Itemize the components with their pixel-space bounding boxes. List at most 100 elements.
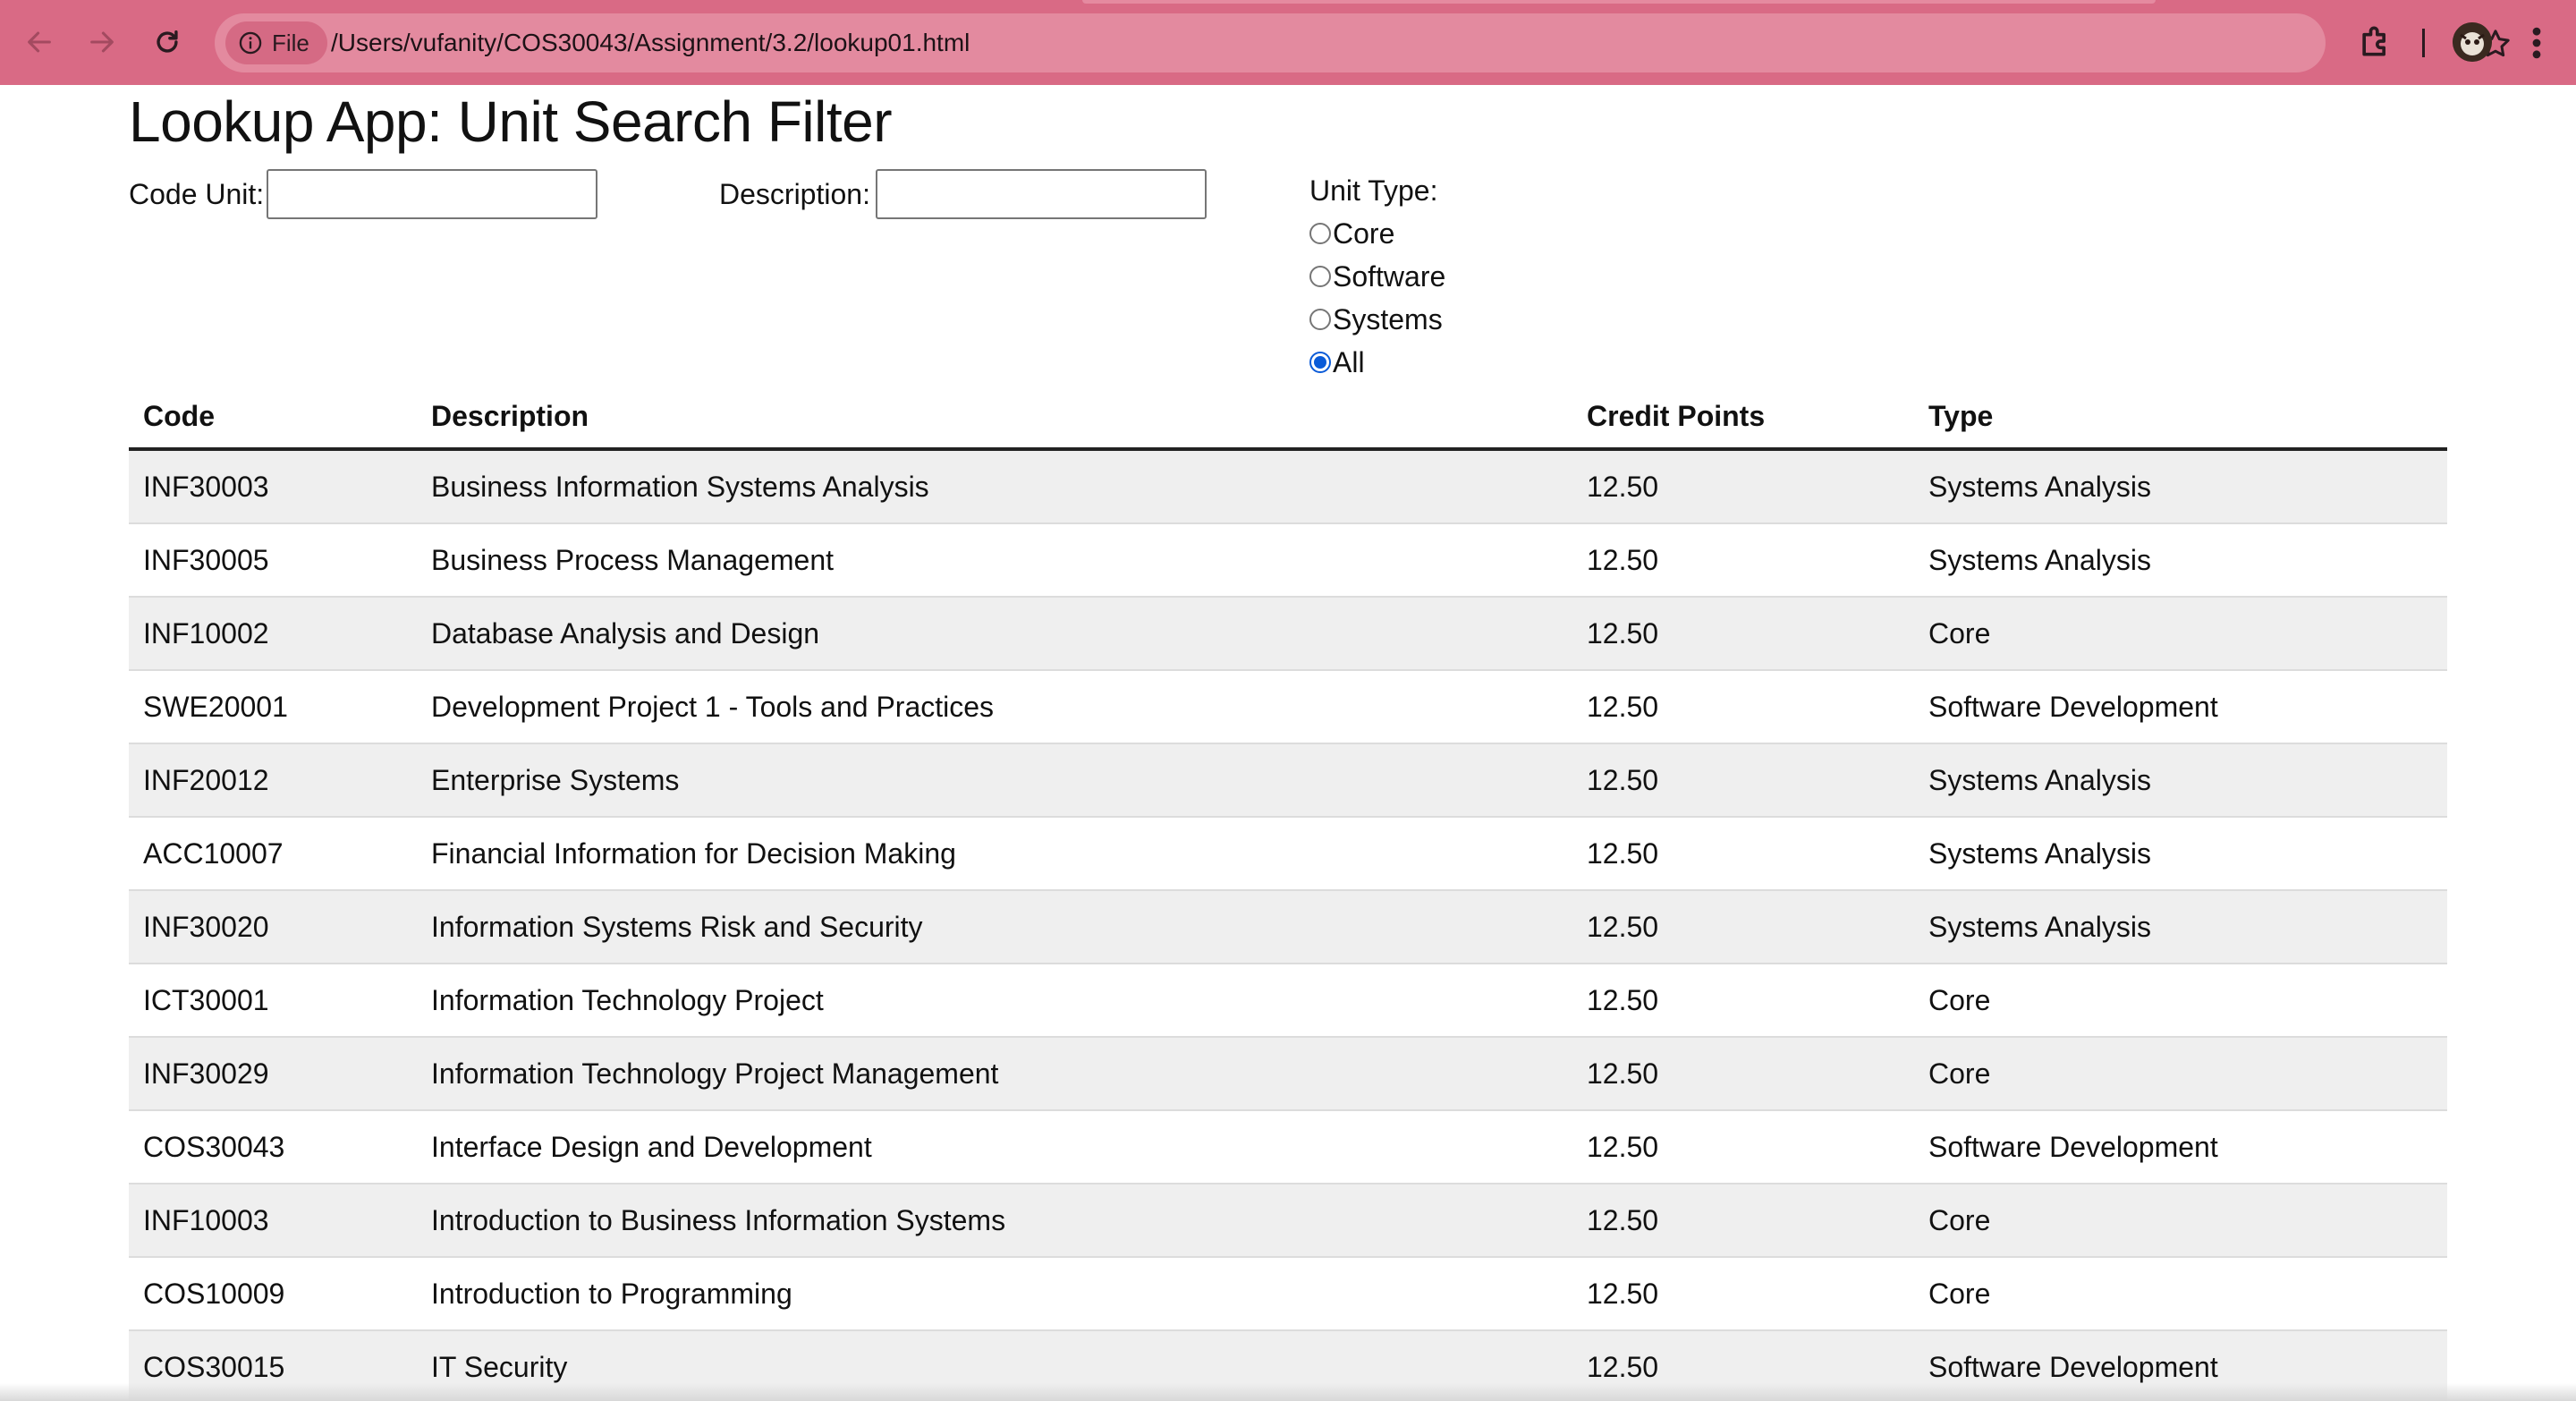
more-menu-icon[interactable] bbox=[2524, 23, 2549, 63]
cell-description: Enterprise Systems bbox=[417, 743, 1572, 818]
cell-code: INF10002 bbox=[129, 597, 417, 671]
cell-credit-points: 12.50 bbox=[1572, 597, 1914, 671]
cell-description: Business Information Systems Analysis bbox=[417, 449, 1572, 524]
toolbar-divider bbox=[2422, 29, 2425, 57]
cell-credit-points: 12.50 bbox=[1572, 817, 1914, 891]
cell-description: Interface Design and Development bbox=[417, 1110, 1572, 1184]
cell-credit-points: 12.50 bbox=[1572, 1184, 1914, 1258]
cell-credit-points: 12.50 bbox=[1572, 1037, 1914, 1111]
radio-systems-button[interactable] bbox=[1309, 309, 1331, 330]
table-row: COS10009 Introduction to Programming 12.50… bbox=[129, 1257, 2447, 1331]
cell-credit-points: 12.50 bbox=[1572, 670, 1914, 744]
table-row: ACC10007 Financial Information for Decisi… bbox=[129, 817, 2447, 891]
radio-core-button[interactable] bbox=[1309, 223, 1331, 244]
cell-code: SWE20001 bbox=[129, 670, 417, 744]
cell-description: Information Technology Project Managemen… bbox=[417, 1037, 1572, 1111]
cell-credit-points: 12.50 bbox=[1572, 964, 1914, 1038]
cell-type: Software Development bbox=[1914, 1110, 2447, 1184]
cell-code: INF30003 bbox=[129, 449, 417, 524]
cell-type: Systems Analysis bbox=[1914, 743, 2447, 818]
description-label: Description: bbox=[719, 178, 870, 210]
code-unit-input[interactable] bbox=[267, 169, 597, 219]
table-row: INF20012 Enterprise Systems 12.50 Systems A… bbox=[129, 743, 2447, 818]
unit-type-label: Unit Type: bbox=[1309, 174, 1438, 207]
description-input[interactable] bbox=[876, 169, 1207, 219]
cell-credit-points: 12.50 bbox=[1572, 743, 1914, 818]
radio-systems[interactable]: Systems bbox=[1309, 301, 1443, 337]
radio-all-label: All bbox=[1333, 345, 1365, 378]
cell-code: INF20012 bbox=[129, 743, 417, 818]
cell-code: INF30020 bbox=[129, 890, 417, 964]
radio-core-label: Core bbox=[1333, 217, 1395, 250]
window-bottom-shadow bbox=[0, 1383, 2576, 1401]
header-code: Code bbox=[129, 385, 417, 451]
cell-code: INF30029 bbox=[129, 1037, 417, 1111]
back-button[interactable] bbox=[17, 20, 62, 64]
cell-type: Systems Analysis bbox=[1914, 449, 2447, 524]
radio-core[interactable]: Core bbox=[1309, 216, 1394, 251]
cell-description: Database Analysis and Design bbox=[417, 597, 1572, 671]
units-table: Code Description Credit Points Type INF3… bbox=[129, 385, 2447, 1401]
cell-type: Systems Analysis bbox=[1914, 817, 2447, 891]
cell-type: Core bbox=[1914, 1257, 2447, 1331]
site-info-chip[interactable]: File bbox=[225, 21, 327, 64]
cell-description: Information Systems Risk and Security bbox=[417, 890, 1572, 964]
reload-icon bbox=[157, 30, 178, 53]
cell-type: Core bbox=[1914, 964, 2447, 1038]
profile-picture bbox=[2453, 22, 2492, 62]
radio-all[interactable]: All bbox=[1309, 344, 1365, 380]
cell-description: Information Technology Project bbox=[417, 964, 1572, 1038]
table-row: SWE20001 Development Project 1 - Tools an… bbox=[129, 670, 2447, 744]
radio-all-button[interactable] bbox=[1309, 352, 1331, 373]
file-chip-label: File bbox=[272, 29, 309, 56]
address-bar[interactable]: File /Users/vufanity/COS30043/Assignment… bbox=[215, 13, 2510, 72]
table-row: COS30043 Interface Design and Development… bbox=[129, 1110, 2447, 1184]
table-header-row: Code Description Credit Points Type bbox=[129, 385, 2447, 451]
info-icon bbox=[239, 31, 262, 55]
page-content: Lookup App: Unit Search Filter Code Unit… bbox=[0, 85, 2576, 1401]
header-credit-points: Credit Points bbox=[1572, 385, 1914, 451]
units-table-body: INF30003 Business Information Systems Ana… bbox=[129, 449, 2447, 1401]
table-row: ICT30001 Information Technology Project 12… bbox=[129, 964, 2447, 1038]
reload-button[interactable] bbox=[145, 20, 190, 64]
page-title: Lookup App: Unit Search Filter bbox=[129, 89, 893, 154]
cell-type: Core bbox=[1914, 597, 2447, 671]
forward-button[interactable] bbox=[80, 20, 124, 64]
extensions-icon[interactable] bbox=[2356, 21, 2395, 61]
header-description: Description bbox=[417, 385, 1572, 451]
cell-type: Systems Analysis bbox=[1914, 523, 2447, 598]
table-row: INF30020 Information Systems Risk and Sec… bbox=[129, 890, 2447, 964]
table-row: INF10002 Database Analysis and Design 12.5… bbox=[129, 597, 2447, 671]
radio-software[interactable]: Software bbox=[1309, 259, 1445, 294]
cell-description: Introduction to Business Information Sys… bbox=[417, 1184, 1572, 1258]
radio-software-label: Software bbox=[1333, 259, 1446, 293]
cell-credit-points: 12.50 bbox=[1572, 523, 1914, 598]
cell-code: ACC10007 bbox=[129, 817, 417, 891]
cell-code: INF30005 bbox=[129, 523, 417, 598]
table-row: INF30029 Information Technology Project M… bbox=[129, 1037, 2447, 1111]
cell-description: Financial Information for Decision Makin… bbox=[417, 817, 1572, 891]
cell-type: Core bbox=[1914, 1037, 2447, 1111]
cell-credit-points: 12.50 bbox=[1572, 449, 1914, 524]
cell-code: INF10003 bbox=[129, 1184, 417, 1258]
cell-type: Software Development bbox=[1914, 670, 2447, 744]
code-unit-label: Code Unit: bbox=[129, 178, 265, 210]
table-row: INF10003 Introduction to Business Informa… bbox=[129, 1184, 2447, 1258]
cell-code: COS30043 bbox=[129, 1110, 417, 1184]
avatar[interactable] bbox=[2453, 22, 2492, 62]
cell-description: Introduction to Programming bbox=[417, 1257, 1572, 1331]
cell-code: COS10009 bbox=[129, 1257, 417, 1331]
cell-credit-points: 12.50 bbox=[1572, 1110, 1914, 1184]
cell-credit-points: 12.50 bbox=[1572, 890, 1914, 964]
cell-type: Systems Analysis bbox=[1914, 890, 2447, 964]
cell-type: Core bbox=[1914, 1184, 2447, 1258]
cell-description: Development Project 1 - Tools and Practi… bbox=[417, 670, 1572, 744]
url-text[interactable]: /Users/vufanity/COS30043/Assignment/3.2/… bbox=[331, 13, 970, 72]
header-type: Type bbox=[1914, 385, 2447, 451]
radio-software-button[interactable] bbox=[1309, 266, 1331, 287]
back-icon bbox=[28, 31, 51, 53]
cell-description: Business Process Management bbox=[417, 523, 1572, 598]
active-tab-edge bbox=[1082, 0, 2156, 4]
cell-code: ICT30001 bbox=[129, 964, 417, 1038]
browser-toolbar: File /Users/vufanity/COS30043/Assignment… bbox=[0, 0, 2576, 85]
